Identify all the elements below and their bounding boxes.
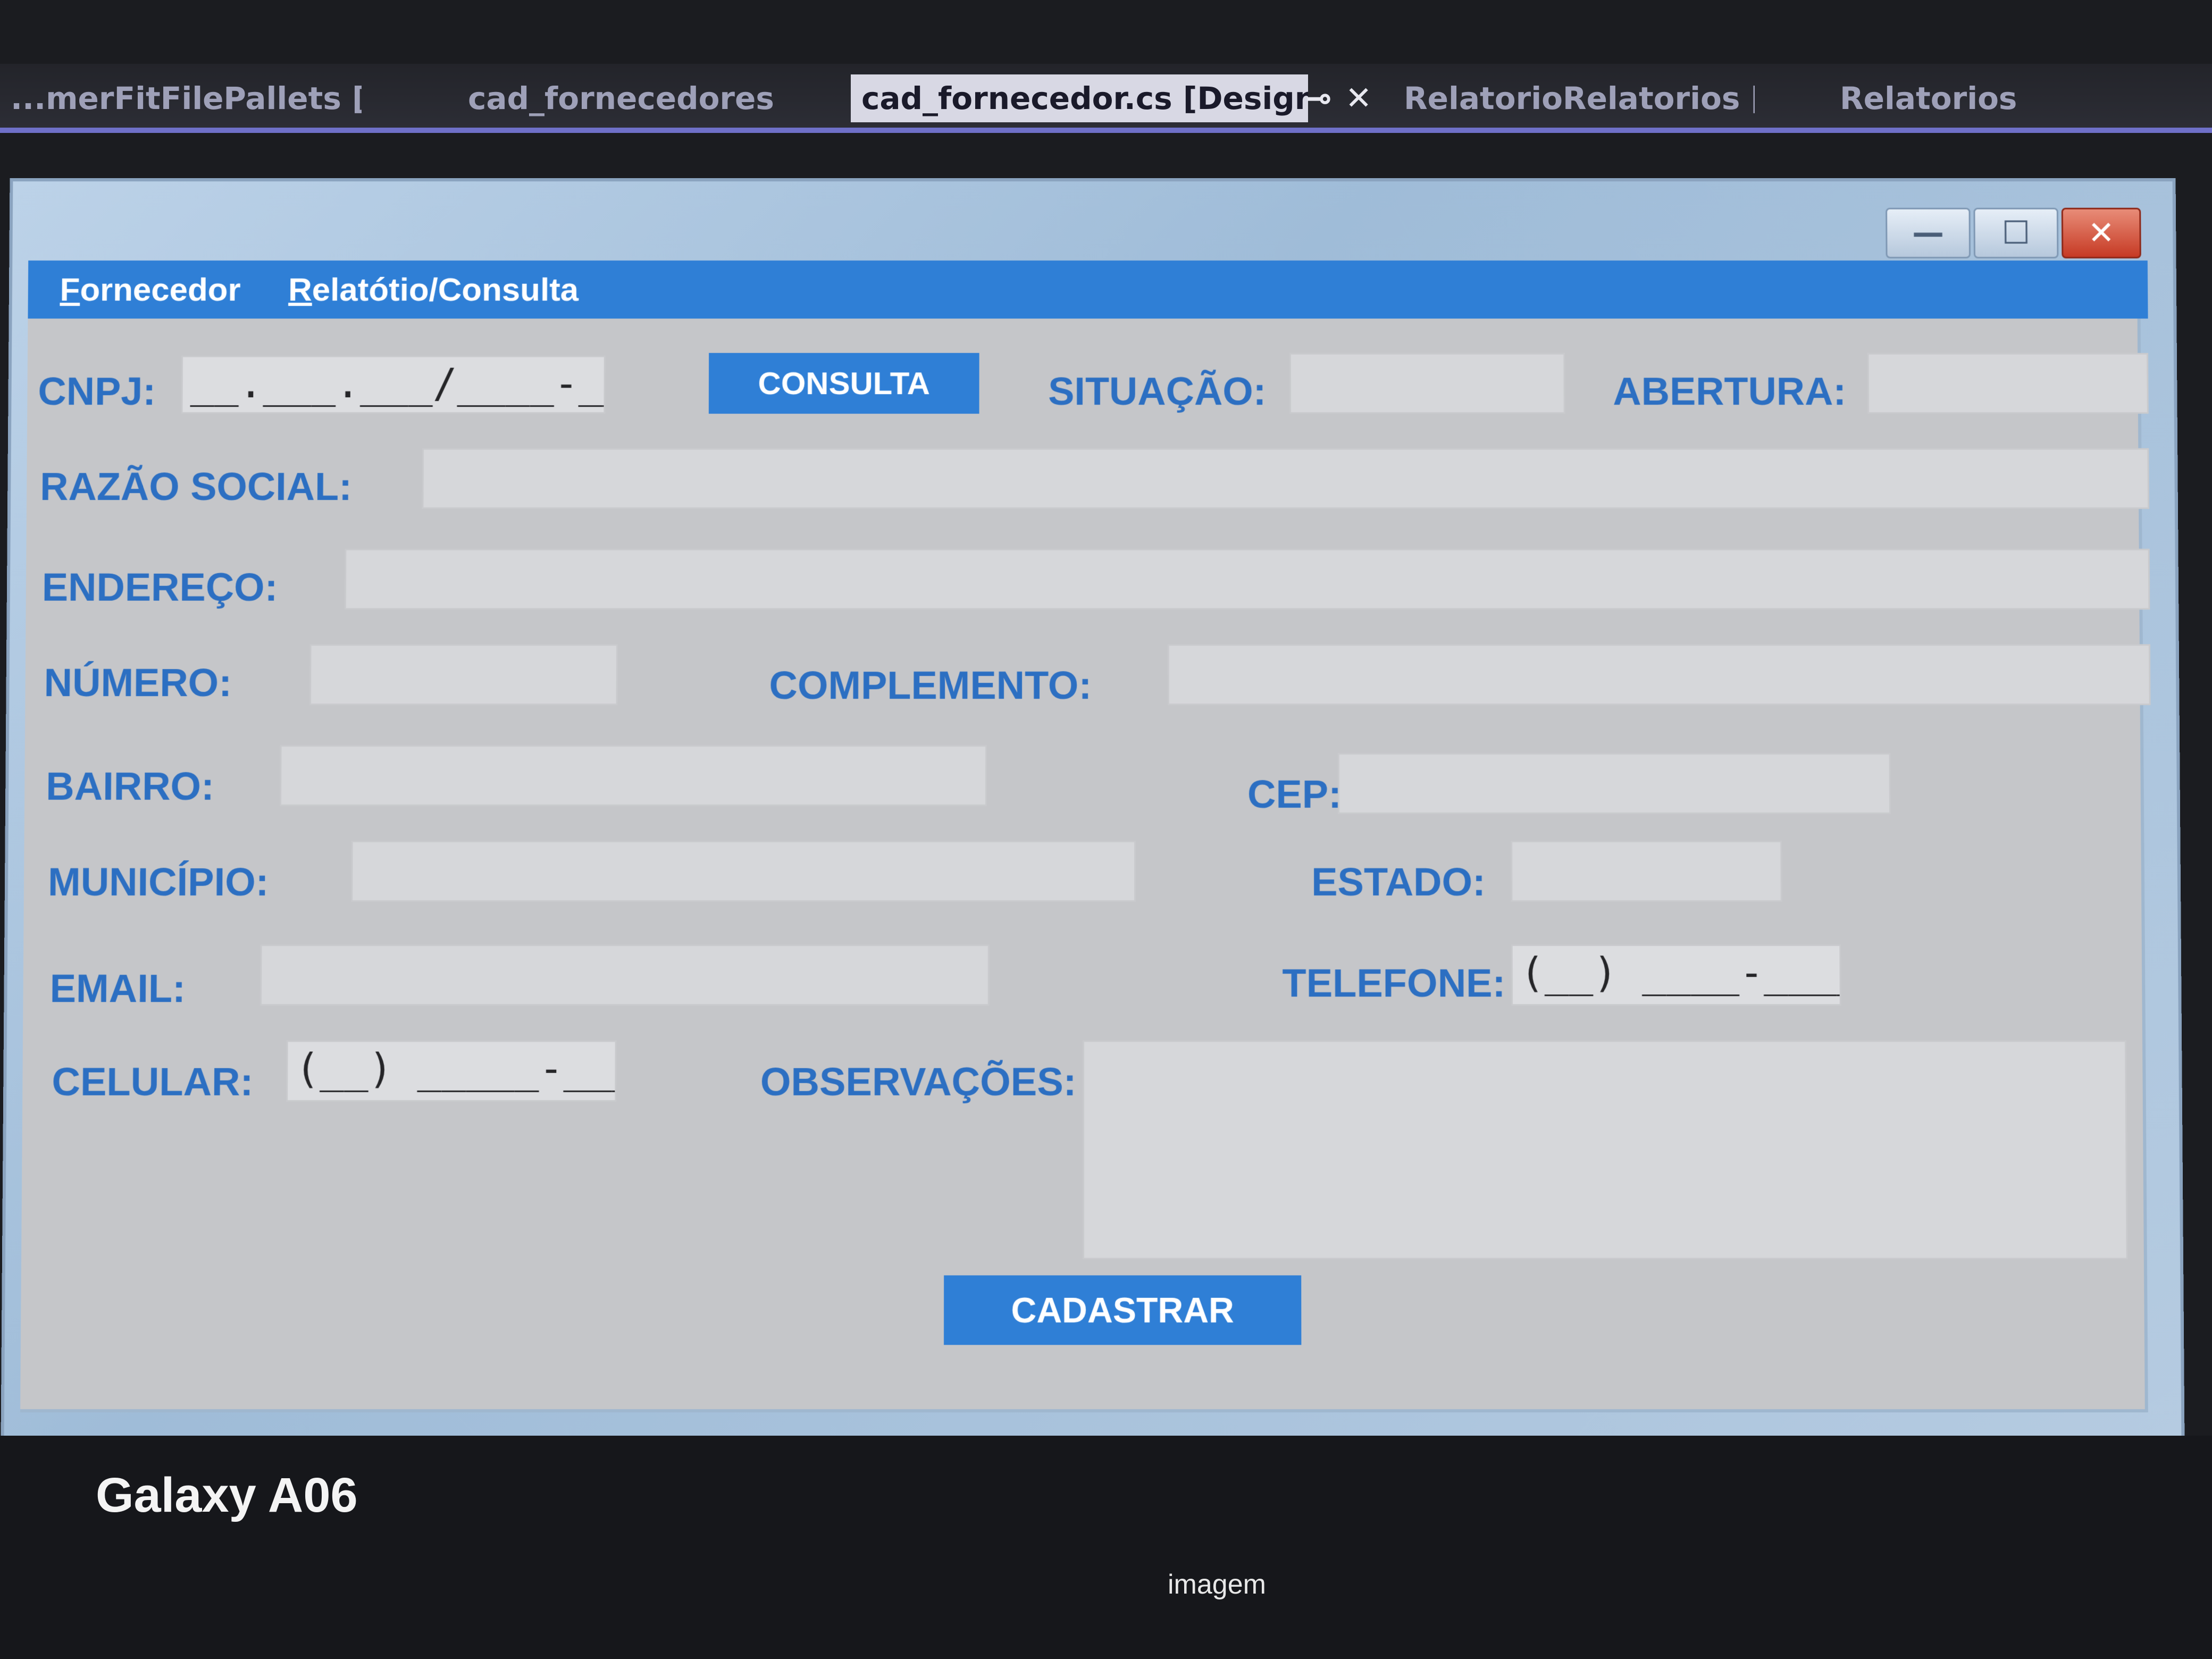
camera-watermark: Galaxy A06 — [96, 1468, 358, 1522]
razao-social-input[interactable] — [422, 448, 2150, 509]
window-controls: — ☐ ✕ — [1886, 207, 2141, 261]
ide-tab-active[interactable]: cad_fornecedor.cs [Design] — [851, 74, 1308, 122]
cadastrar-button[interactable]: CADASTRAR — [944, 1275, 1302, 1345]
abertura-label: ABERTURA: — [1613, 369, 1847, 414]
complemento-label: COMPLEMENTO: — [769, 663, 1092, 708]
close-tab-icon[interactable]: ✕ — [1345, 74, 1372, 122]
form-window: — ☐ ✕ Fornecedor Relatótio/Consulta CNPJ… — [1, 178, 2185, 1444]
image-caption: imagem — [1168, 1569, 1266, 1600]
municipio-input[interactable] — [351, 840, 1136, 902]
abertura-input[interactable] — [1867, 353, 2149, 414]
close-icon: ✕ — [2088, 214, 2115, 252]
celular-label: CELULAR: — [52, 1059, 254, 1104]
cnpj-label: CNPJ: — [38, 369, 156, 414]
menu-item-fornecedor[interactable]: Fornecedor — [60, 271, 240, 308]
maximize-icon: ☐ — [2001, 214, 2031, 252]
observacoes-label: OBSERVAÇÕES: — [760, 1059, 1077, 1104]
estado-label: ESTADO: — [1311, 860, 1486, 904]
form-client-area: CNPJ: __.___.___/____-__ CONSULTA SITUAÇ… — [20, 319, 2151, 1413]
bairro-input[interactable] — [280, 745, 987, 807]
cep-input[interactable] — [1337, 753, 1891, 814]
observacoes-textarea[interactable] — [1082, 1040, 2128, 1260]
estado-input[interactable] — [1511, 840, 1782, 902]
telefone-input[interactable]: (__) ____-____ — [1511, 944, 1841, 1006]
menu-item-relatorio-consulta[interactable]: Relatótio/Consulta — [288, 271, 579, 308]
complemento-input[interactable] — [1167, 644, 2151, 706]
situacao-input[interactable] — [1289, 353, 1565, 414]
ide-tab[interactable]: cad_fornecedores — [457, 74, 776, 122]
municipio-label: MUNICÍPIO: — [47, 860, 269, 904]
pin-icon[interactable]: ⊸ — [1305, 74, 1332, 122]
maximize-button[interactable]: ☐ — [1973, 207, 2059, 258]
ide-tab[interactable]: ...merFitFilePallets [Design] — [0, 74, 362, 122]
endereco-label: ENDEREÇO: — [41, 565, 278, 609]
email-label: EMAIL: — [49, 966, 186, 1011]
telefone-label: TELEFONE: — [1282, 961, 1506, 1006]
ide-tab[interactable]: RelatorioRelatorios [Design] — [1393, 74, 1755, 122]
consulta-button[interactable]: CONSULTA — [708, 353, 979, 414]
cep-label: CEP: — [1247, 772, 1342, 816]
razao-social-label: RAZÃO SOCIAL: — [39, 464, 353, 509]
numero-label: NÚMERO: — [44, 660, 232, 705]
close-button[interactable]: ✕ — [2061, 207, 2141, 258]
celular-input[interactable]: (__) _____-____ — [286, 1040, 617, 1102]
bairro-label: BAIRRO: — [46, 764, 215, 808]
cnpj-input[interactable]: __.___.___/____-__ — [181, 355, 606, 414]
ide-tab[interactable]: Relatorios — [1829, 74, 2074, 122]
ide-tab-strip: ...merFitFilePallets [Design] cad_fornec… — [0, 64, 2212, 133]
minimize-button[interactable]: — — [1886, 207, 1971, 258]
email-input[interactable] — [259, 944, 990, 1006]
minimize-icon: — — [1912, 214, 1945, 252]
menu-bar: Fornecedor Relatótio/Consulta — [28, 260, 2148, 319]
endereco-input[interactable] — [344, 548, 2150, 610]
situacao-label: SITUAÇÃO: — [1048, 369, 1267, 414]
numero-input[interactable] — [309, 644, 618, 706]
